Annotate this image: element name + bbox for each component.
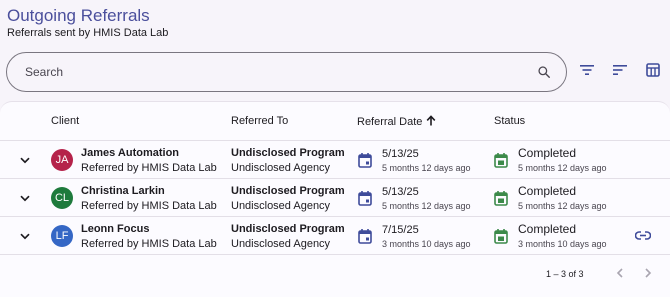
expand-row-button[interactable] [18, 153, 32, 167]
client-name[interactable]: Christina Larkin [81, 185, 165, 197]
chevron-down-icon [20, 189, 30, 207]
column-header-referral-date[interactable]: Referral Date [357, 115, 436, 129]
chevron-down-icon [20, 151, 30, 169]
search-box[interactable] [6, 52, 567, 92]
status-label: Completed [518, 146, 577, 160]
referred-by: Referred by HMIS Data Lab [81, 162, 217, 174]
columns-icon [646, 62, 660, 82]
referrals-table: Client Referred To Referral Date Status … [0, 101, 670, 297]
column-header-referred-to[interactable]: Referred To [231, 115, 288, 127]
calendar-icon [358, 228, 372, 244]
page-subtitle: Referrals sent by HMIS Data Lab [7, 27, 169, 39]
column-header-client[interactable]: Client [51, 115, 79, 127]
table-row[interactable]: LF Leonn Focus Referred by HMIS Data Lab… [0, 217, 670, 255]
client-name[interactable]: Leonn Focus [81, 223, 149, 235]
referral-date-relative: 3 months 10 days ago [382, 239, 471, 249]
search-icon[interactable] [536, 64, 552, 80]
previous-page-button[interactable] [612, 266, 628, 282]
status-relative: 5 months 12 days ago [518, 201, 607, 211]
columns-button[interactable] [642, 61, 664, 83]
column-header-status[interactable]: Status [494, 115, 525, 127]
table-row[interactable]: JA James Automation Referred by HMIS Dat… [0, 141, 670, 179]
referral-date: 5/13/25 [382, 148, 419, 160]
agency-name: Undisclosed Agency [231, 238, 331, 250]
avatar: JA [51, 149, 73, 171]
calendar-icon [358, 152, 372, 168]
referral-date-relative: 5 months 12 days ago [382, 163, 471, 173]
referral-date: 7/15/25 [382, 224, 419, 236]
status-label: Completed [518, 184, 577, 198]
referral-date-relative: 5 months 12 days ago [382, 201, 471, 211]
filter-icon [580, 63, 594, 81]
filter-button[interactable] [576, 61, 598, 83]
pagination: 1 – 3 of 3 [0, 264, 670, 288]
program-name: Undisclosed Program [231, 147, 345, 159]
expand-row-button[interactable] [18, 191, 32, 205]
avatar: CL [51, 187, 73, 209]
program-name: Undisclosed Program [231, 185, 345, 197]
status-relative: 3 months 10 days ago [518, 239, 607, 249]
agency-name: Undisclosed Agency [231, 200, 331, 212]
link-button[interactable] [634, 229, 652, 243]
chevron-left-icon [616, 265, 624, 283]
calendar-check-icon [494, 190, 508, 206]
referred-by: Referred by HMIS Data Lab [81, 238, 217, 250]
calendar-check-icon [494, 228, 508, 244]
search-input[interactable] [25, 65, 536, 79]
next-page-button[interactable] [640, 266, 656, 282]
link-icon [634, 227, 652, 245]
referral-date: 5/13/25 [382, 186, 419, 198]
page-header: Outgoing Referrals Referrals sent by HMI… [7, 6, 168, 40]
avatar: LF [51, 225, 73, 247]
page-title: Outgoing Referrals [7, 6, 150, 25]
expand-row-button[interactable] [18, 229, 32, 243]
referred-by: Referred by HMIS Data Lab [81, 200, 217, 212]
client-name[interactable]: James Automation [81, 147, 179, 159]
status-label: Completed [518, 222, 577, 236]
status-relative: 5 months 12 days ago [518, 163, 607, 173]
table-header: Client Referred To Referral Date Status [0, 102, 670, 141]
page-range: 1 – 3 of 3 [546, 269, 584, 279]
calendar-icon [358, 190, 372, 206]
calendar-check-icon [494, 152, 508, 168]
sort-icon [613, 63, 627, 81]
agency-name: Undisclosed Agency [231, 162, 331, 174]
sort-arrow-up-icon [426, 115, 436, 129]
chevron-right-icon [644, 265, 652, 283]
program-name: Undisclosed Program [231, 223, 345, 235]
table-row[interactable]: CL Christina Larkin Referred by HMIS Dat… [0, 179, 670, 217]
chevron-down-icon [20, 227, 30, 245]
sort-button[interactable] [609, 61, 631, 83]
